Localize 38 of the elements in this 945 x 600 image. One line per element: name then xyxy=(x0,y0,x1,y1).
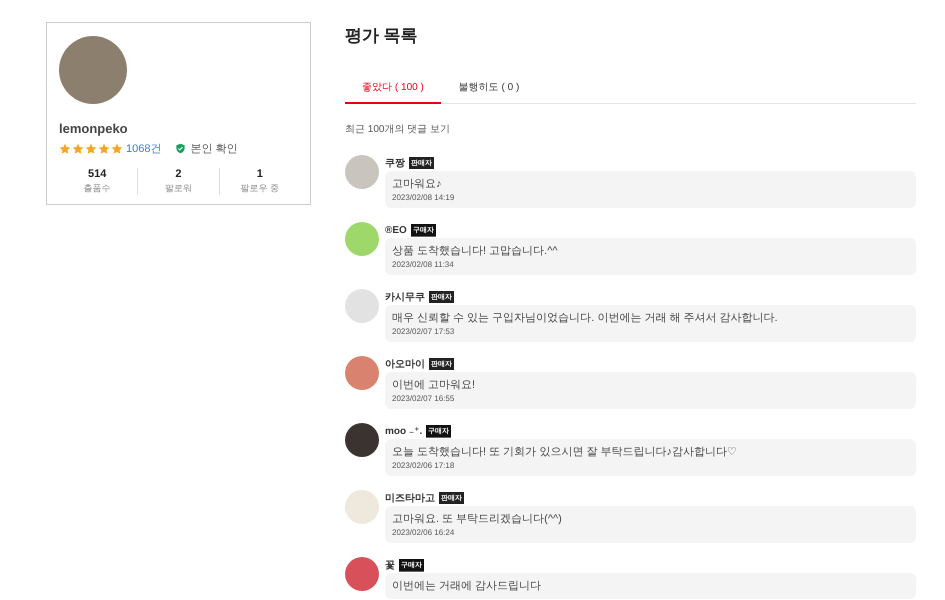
review-count-link[interactable]: 1068건 xyxy=(126,141,162,156)
comment-date: 2023/02/08 11:34 xyxy=(392,260,455,269)
stat-value: 1 xyxy=(256,168,263,180)
comment-text: 고마워요. 또 부탁드리겠습니다(^^) xyxy=(392,512,563,526)
stat-label: 팔로우 중 xyxy=(240,182,280,195)
comment-date: 2023/02/07 16:55 xyxy=(392,394,456,403)
comment-date: 2023/02/06 16:24 xyxy=(392,528,456,537)
stat-label: 팔로워 xyxy=(164,182,192,195)
star-icon xyxy=(59,142,71,154)
star-icon xyxy=(111,142,123,154)
stat-value: 514 xyxy=(88,168,106,180)
commenter-name: 꽃 xyxy=(385,559,395,572)
commenter-name: ®EO xyxy=(385,224,407,236)
comment-date: 2023/02/06 17:18 xyxy=(392,461,456,470)
username: lemonpeko xyxy=(59,121,129,136)
page-title: 평가 목록 xyxy=(345,25,419,47)
comment-text: 이번에는 거래에 감사드립니다 xyxy=(392,579,542,593)
summary-text: 최근 100개의 댓글 보기 xyxy=(345,123,452,136)
commenter-name: 미즈타마고 xyxy=(385,492,435,505)
comment-date: 2023/02/07 17:53 xyxy=(392,327,456,336)
stat-label: 출품수 xyxy=(84,182,111,195)
commenter-name: 쿠짱 xyxy=(385,157,405,170)
commenter-name: moo ₋⁺. xyxy=(385,426,422,436)
tab[interactable]: 좋았다 ( 100 ) xyxy=(345,71,441,104)
comment-date: 2023/02/08 14:19 xyxy=(392,193,456,202)
stat-value: 2 xyxy=(175,168,182,180)
comment-text: 오늘 도착했습니다! 또 기회가 있으시면 잘 부탁드립니다♪감사합니다♡ xyxy=(392,445,738,459)
tab[interactable]: 불행히도 ( 0 ) xyxy=(441,71,537,104)
star-icon xyxy=(85,142,97,154)
comment-text: 매우 신뢰할 수 있는 구입자님이었습니다. 이번에는 거래 해 주셔서 감사합니다. xyxy=(392,311,779,325)
commenter-name: 카시무쿠 xyxy=(385,291,425,304)
verified-label: 본인 확인 xyxy=(190,142,238,156)
comment-text: 이번에 고마워요! xyxy=(392,378,476,392)
comment-text: 고마워요♪ xyxy=(392,177,442,191)
comment-text: 상품 도착했습니다! 고맙습니다.^^ xyxy=(392,244,559,258)
star-icon xyxy=(98,142,110,154)
commenter-name: 아오마이 xyxy=(385,358,425,371)
star-icon xyxy=(72,142,84,154)
